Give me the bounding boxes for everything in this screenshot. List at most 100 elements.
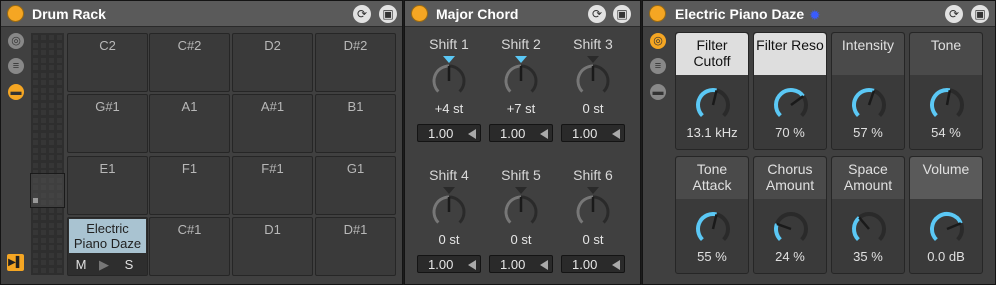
- overview-cell: [57, 237, 62, 243]
- knob-dial[interactable]: [929, 211, 965, 247]
- drum-pad[interactable]: Electric Piano Daze M ▶ S: [67, 217, 148, 276]
- macro-toggle-icon[interactable]: ◎: [650, 33, 666, 49]
- overview-cell: [57, 245, 62, 250]
- overview-cell: [33, 155, 38, 160]
- drum-pad[interactable]: G#1: [67, 94, 148, 153]
- macro-label[interactable]: Space Amount: [832, 157, 904, 199]
- hot-swap-icon[interactable]: ⟳: [588, 5, 606, 23]
- overview-cell: [41, 35, 46, 40]
- pad-overview-grid[interactable]: [31, 33, 64, 275]
- macro-label[interactable]: Tone: [910, 33, 982, 75]
- overview-cell: [49, 57, 54, 63]
- knob-dial[interactable]: [773, 211, 809, 247]
- velocity-field[interactable]: 1.00: [489, 255, 553, 273]
- macro-label[interactable]: Intensity: [832, 33, 904, 75]
- drum-pad[interactable]: G1: [315, 156, 396, 215]
- shift-value: 0 st: [510, 232, 532, 247]
- shift-label: Shift 2: [501, 36, 541, 52]
- knob-dial[interactable]: [695, 87, 731, 123]
- velocity-field[interactable]: 1.00: [561, 124, 625, 142]
- drum-rack-power-button[interactable]: [7, 5, 24, 22]
- drum-pad[interactable]: F#1: [232, 156, 313, 215]
- knob-dial[interactable]: [575, 194, 611, 230]
- macro-label[interactable]: Volume: [910, 157, 982, 199]
- velocity-arrow-icon: [540, 260, 548, 270]
- pad-label: D#2: [343, 38, 368, 53]
- overview-cell: [49, 260, 54, 265]
- pad-mute-button[interactable]: M: [70, 256, 92, 274]
- overview-cell: [49, 215, 54, 220]
- macro-label[interactable]: Chorus Amount: [754, 157, 826, 199]
- knob-dial[interactable]: [431, 194, 467, 230]
- overview-active-cell: [33, 198, 38, 203]
- drum-pad[interactable]: C#1: [149, 217, 230, 276]
- hot-swap-icon[interactable]: ⟳: [353, 5, 371, 23]
- chain-view-icon[interactable]: ▬: [650, 84, 666, 100]
- macro-label[interactable]: Filter Cutoff: [676, 33, 748, 75]
- overview-cell: [33, 215, 38, 220]
- drum-pad[interactable]: A#1: [232, 94, 313, 153]
- macro-knob-panel[interactable]: Intensity 57 %: [831, 32, 905, 150]
- macro-knob-panel[interactable]: Filter Reso 70 %: [753, 32, 827, 150]
- hot-swap-icon[interactable]: ⟳: [945, 5, 963, 23]
- save-preset-icon[interactable]: ▣: [379, 5, 397, 23]
- drum-pad[interactable]: D1: [232, 217, 313, 276]
- overview-cell: [57, 147, 62, 153]
- knob-dial[interactable]: [575, 63, 611, 99]
- electric-piano-header: Electric Piano Daze ✹ ⟳ ▣: [643, 1, 995, 27]
- pad-label: G#1: [95, 99, 120, 114]
- macro-view-icon[interactable]: ▬: [8, 84, 24, 100]
- shift-label: Shift 3: [573, 36, 613, 52]
- overview-cell: [41, 140, 46, 145]
- auto-select-button[interactable]: ▶▌: [7, 254, 24, 271]
- macro-knob-panel[interactable]: Tone Attack 55 %: [675, 156, 749, 274]
- drum-pad[interactable]: C2: [67, 33, 148, 92]
- drum-pad[interactable]: C#2: [149, 33, 230, 92]
- knob-dial[interactable]: [851, 87, 887, 123]
- electric-piano-power-button[interactable]: [649, 5, 666, 22]
- macro-knob-panel[interactable]: Filter Cutoff 13.1 kHz: [675, 32, 749, 150]
- knob-dial[interactable]: [773, 87, 809, 123]
- knob-dial[interactable]: [695, 211, 731, 247]
- macro-knob-panel[interactable]: Chorus Amount 24 %: [753, 156, 827, 274]
- knob-pointer: [776, 222, 792, 231]
- drum-pad[interactable]: D#1: [315, 217, 396, 276]
- velocity-field[interactable]: 1.00: [417, 124, 481, 142]
- macro-label[interactable]: Tone Attack: [676, 157, 748, 199]
- macro-label[interactable]: Filter Reso: [754, 33, 826, 75]
- macro-knob-panel[interactable]: Tone 54 %: [909, 32, 983, 150]
- overview-cell: [57, 207, 62, 213]
- knob-dial[interactable]: [851, 211, 887, 247]
- macro-knob-panel[interactable]: Volume 0.0 dB: [909, 156, 983, 274]
- velocity-field[interactable]: 1.00: [489, 124, 553, 142]
- knob-dial[interactable]: [503, 194, 539, 230]
- chain-view-icon[interactable]: ◎: [8, 33, 24, 49]
- pad-solo-button[interactable]: S: [118, 256, 140, 274]
- macro-knob-panel[interactable]: Space Amount 35 %: [831, 156, 905, 274]
- list-view-icon[interactable]: ≡: [8, 58, 24, 74]
- knob-dial[interactable]: [503, 63, 539, 99]
- save-preset-icon[interactable]: ▣: [971, 5, 989, 23]
- overview-cell: [57, 215, 62, 220]
- major-chord-power-button[interactable]: [411, 5, 428, 22]
- pad-label: D1: [264, 222, 281, 237]
- drum-pad[interactable]: E1: [67, 156, 148, 215]
- macro-value: 24 %: [775, 249, 805, 264]
- settings-gear-icon[interactable]: ✹: [809, 7, 821, 24]
- drum-pad[interactable]: A1: [149, 94, 230, 153]
- velocity-field[interactable]: 1.00: [417, 255, 481, 273]
- velocity-field[interactable]: 1.00: [561, 255, 625, 273]
- drum-rack-header: Drum Rack ⟳ ▣: [1, 1, 402, 27]
- drum-pad[interactable]: F1: [149, 156, 230, 215]
- drum-pad[interactable]: D2: [232, 33, 313, 92]
- knob-dial[interactable]: [929, 87, 965, 123]
- list-view-icon[interactable]: ≡: [650, 58, 666, 74]
- pad-label: A#1: [260, 99, 285, 114]
- overview-cell: [57, 65, 62, 70]
- knob-dial[interactable]: [431, 63, 467, 99]
- pad-play-button[interactable]: ▶: [93, 256, 115, 274]
- velocity-arrow-icon: [468, 129, 476, 139]
- drum-pad[interactable]: D#2: [315, 33, 396, 92]
- save-preset-icon[interactable]: ▣: [613, 5, 631, 23]
- drum-pad[interactable]: B1: [315, 94, 396, 153]
